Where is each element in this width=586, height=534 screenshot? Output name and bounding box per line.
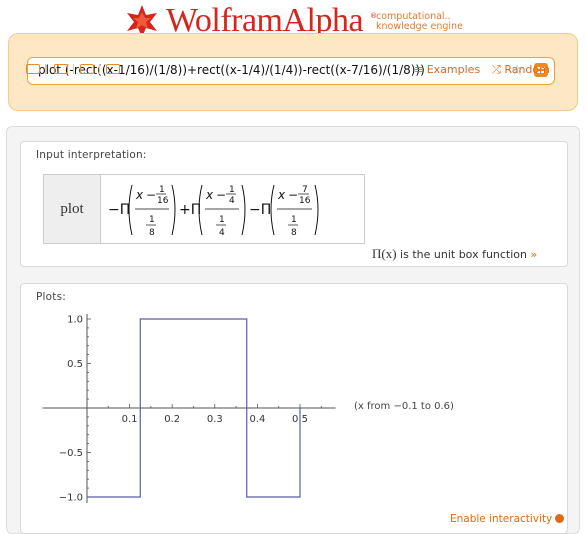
x-tick-label: 0.2 bbox=[164, 414, 180, 425]
y-tick-label: −1.0 bbox=[59, 493, 83, 504]
plot-range-note: (x from −0.1 to 0.6) bbox=[354, 401, 454, 412]
plot-chart: 0.1 0.2 0.3 0.4 0.51.00.5−0.5−1.0 bbox=[42, 314, 336, 504]
interactivity-icon bbox=[555, 514, 565, 523]
enable-interactivity-label: Enable interactivity bbox=[450, 513, 553, 525]
x-tick-label: 0.4 bbox=[249, 414, 265, 425]
x-tick-label: 0.1 bbox=[122, 414, 138, 425]
y-tick-label: 0.5 bbox=[67, 359, 83, 370]
x-tick-label: 0.3 bbox=[207, 414, 223, 425]
enable-interactivity-link[interactable]: Enable interactivity bbox=[450, 513, 565, 525]
y-tick-label: −0.5 bbox=[59, 448, 83, 459]
y-tick-label: 1.0 bbox=[67, 315, 83, 326]
